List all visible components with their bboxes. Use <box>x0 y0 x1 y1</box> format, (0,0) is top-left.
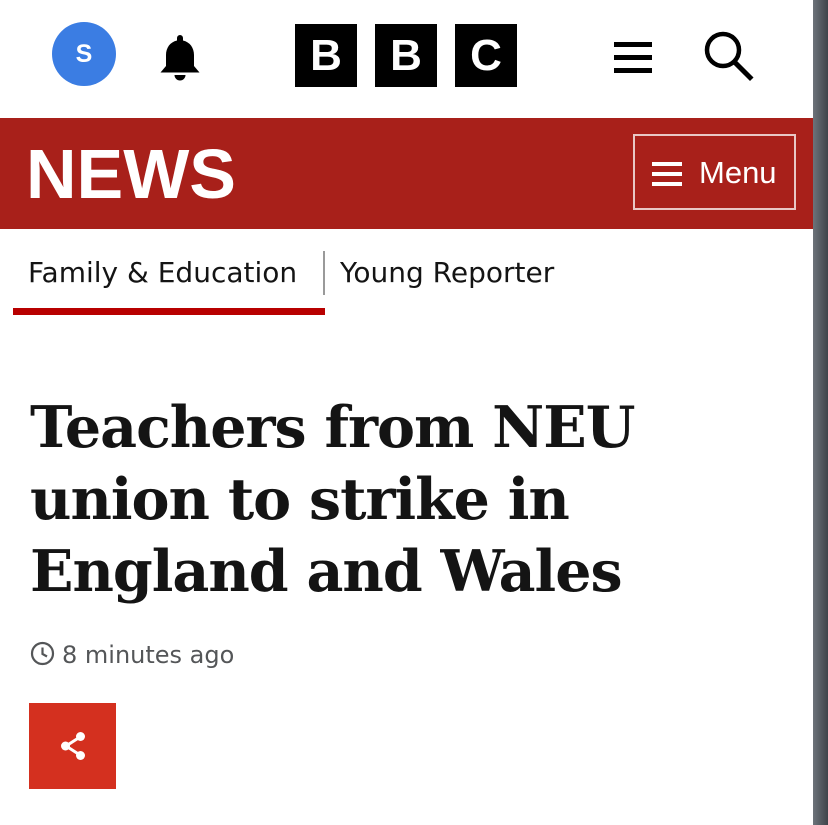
bbc-logo-block: B <box>375 24 437 87</box>
bbc-top-bar: S B B C <box>0 0 813 118</box>
menu-icon <box>652 161 684 187</box>
section-nav: Family & Education Young Reporter <box>0 229 813 319</box>
tab-label: Young Reporter <box>340 256 555 289</box>
active-tab-indicator <box>13 308 325 315</box>
menu-button[interactable]: Menu <box>633 134 796 210</box>
tab-family-education[interactable]: Family & Education <box>13 249 325 315</box>
clock-icon <box>30 641 55 666</box>
share-button[interactable] <box>29 703 116 789</box>
tab-divider <box>323 251 325 295</box>
tab-young-reporter[interactable]: Young Reporter <box>340 249 600 299</box>
timestamp-text: 8 minutes ago <box>62 641 235 669</box>
hamburger-icon[interactable] <box>608 36 658 80</box>
window-edge <box>813 0 828 825</box>
share-icon <box>57 730 89 762</box>
news-wordmark[interactable]: NEWS <box>26 134 236 214</box>
tab-label: Family & Education <box>28 256 298 289</box>
bbc-logo[interactable]: B B C <box>295 24 517 87</box>
account-avatar[interactable]: S <box>52 22 116 86</box>
bell-icon[interactable] <box>150 28 210 88</box>
menu-label: Menu <box>699 155 777 190</box>
news-header: NEWS Menu <box>0 118 813 229</box>
bbc-logo-block: B <box>295 24 357 87</box>
article-headline: Teachers from NEU union to strike in Eng… <box>30 394 635 605</box>
search-icon[interactable] <box>697 25 759 87</box>
bbc-logo-block: C <box>455 24 517 87</box>
